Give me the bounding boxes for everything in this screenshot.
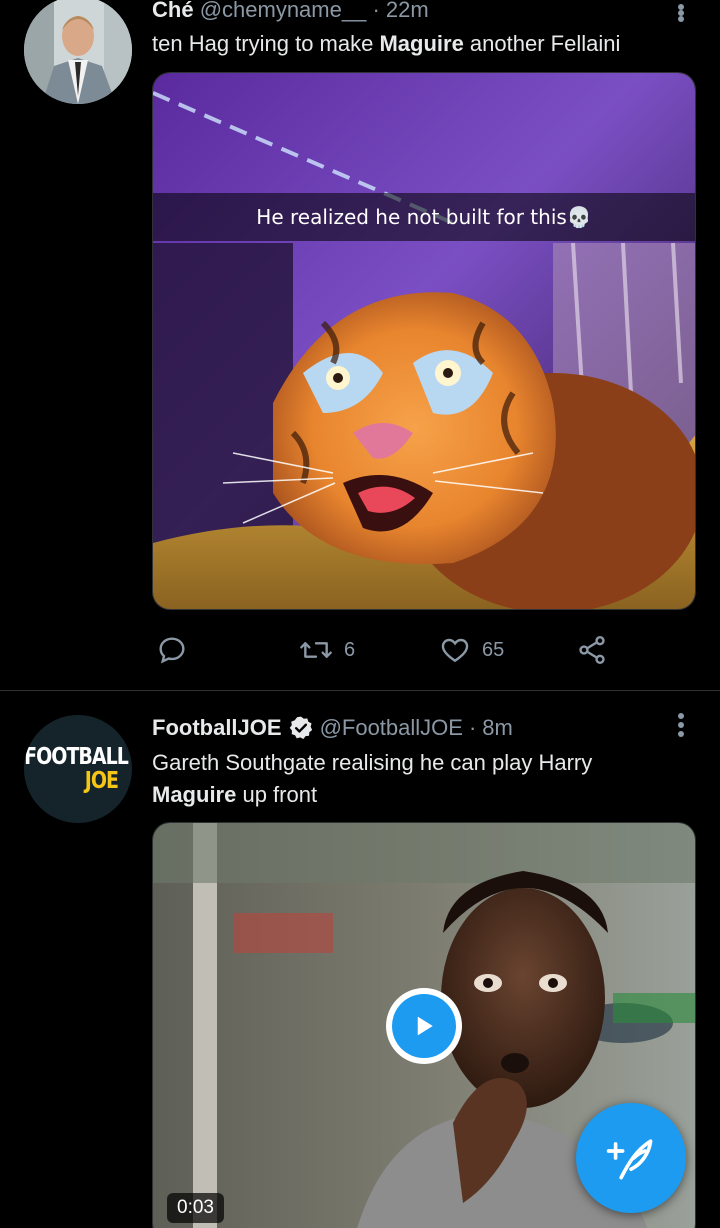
retweet-count: 6 bbox=[344, 638, 356, 661]
reply-icon bbox=[159, 637, 185, 664]
tweet-text-part: Gareth Southgate realising he can play H… bbox=[152, 750, 593, 775]
image-caption: He realized he not built for this💀 bbox=[153, 193, 695, 241]
like-button[interactable]: 65 bbox=[438, 630, 504, 670]
reply-button[interactable] bbox=[156, 630, 198, 670]
video-duration: 0:03 bbox=[167, 1193, 224, 1223]
author-name[interactable]: FootballJOE bbox=[152, 714, 282, 742]
avatar-logo-text: JOE bbox=[84, 767, 119, 795]
tweet-text-part: another Fellaini bbox=[463, 31, 621, 56]
author-name[interactable]: Ché bbox=[152, 0, 194, 22]
compose-button[interactable] bbox=[576, 1103, 686, 1213]
heart-icon bbox=[441, 638, 469, 663]
tweet-text-bold: Maguire bbox=[152, 782, 237, 807]
tweet-text: Gareth Southgate realising he can play H… bbox=[152, 747, 650, 811]
more-vertical-icon[interactable] bbox=[678, 4, 686, 22]
tiger-image bbox=[153, 73, 695, 609]
tweet-time[interactable]: 22m bbox=[386, 0, 429, 22]
tweet-text-part: up front bbox=[236, 782, 318, 807]
separator: · bbox=[468, 715, 477, 740]
tweet-actions: 6 65 bbox=[152, 630, 696, 670]
more-vertical-icon[interactable] bbox=[678, 713, 686, 737]
author-avatar[interactable]: FOOTBALL JOE bbox=[24, 715, 132, 823]
feather-plus-icon bbox=[606, 1139, 653, 1180]
author-handle[interactable]: @chemyname__ bbox=[200, 0, 367, 22]
share-button[interactable] bbox=[576, 630, 608, 670]
tweet-text-part: ten Hag trying to make bbox=[152, 31, 380, 56]
author-handle[interactable]: @FootballJOE bbox=[320, 714, 463, 742]
separator: · bbox=[372, 0, 380, 22]
tweet-time[interactable]: 8m bbox=[482, 714, 513, 742]
share-icon bbox=[579, 636, 605, 664]
tweet-text-bold: Maguire bbox=[379, 31, 464, 56]
tweet-text: ten Hag trying to make Maguire another F… bbox=[152, 28, 680, 60]
play-icon bbox=[417, 1016, 433, 1036]
author-avatar[interactable] bbox=[24, 0, 132, 104]
like-count: 65 bbox=[482, 638, 505, 661]
play-button[interactable] bbox=[386, 988, 462, 1064]
verified-badge-icon bbox=[289, 716, 312, 739]
tweet-header: Ché @chemyname__ · 22m bbox=[152, 0, 429, 24]
retweet-button[interactable]: 6 bbox=[298, 630, 355, 670]
tweet-1[interactable]: Ché @chemyname__ · 22m ten Hag trying to… bbox=[0, 0, 720, 690]
tweet-header: FootballJOE @FootballJOE · 8m bbox=[152, 714, 513, 742]
tweet-image[interactable]: He realized he not built for this💀 bbox=[152, 72, 696, 610]
retweet-icon bbox=[300, 642, 332, 658]
